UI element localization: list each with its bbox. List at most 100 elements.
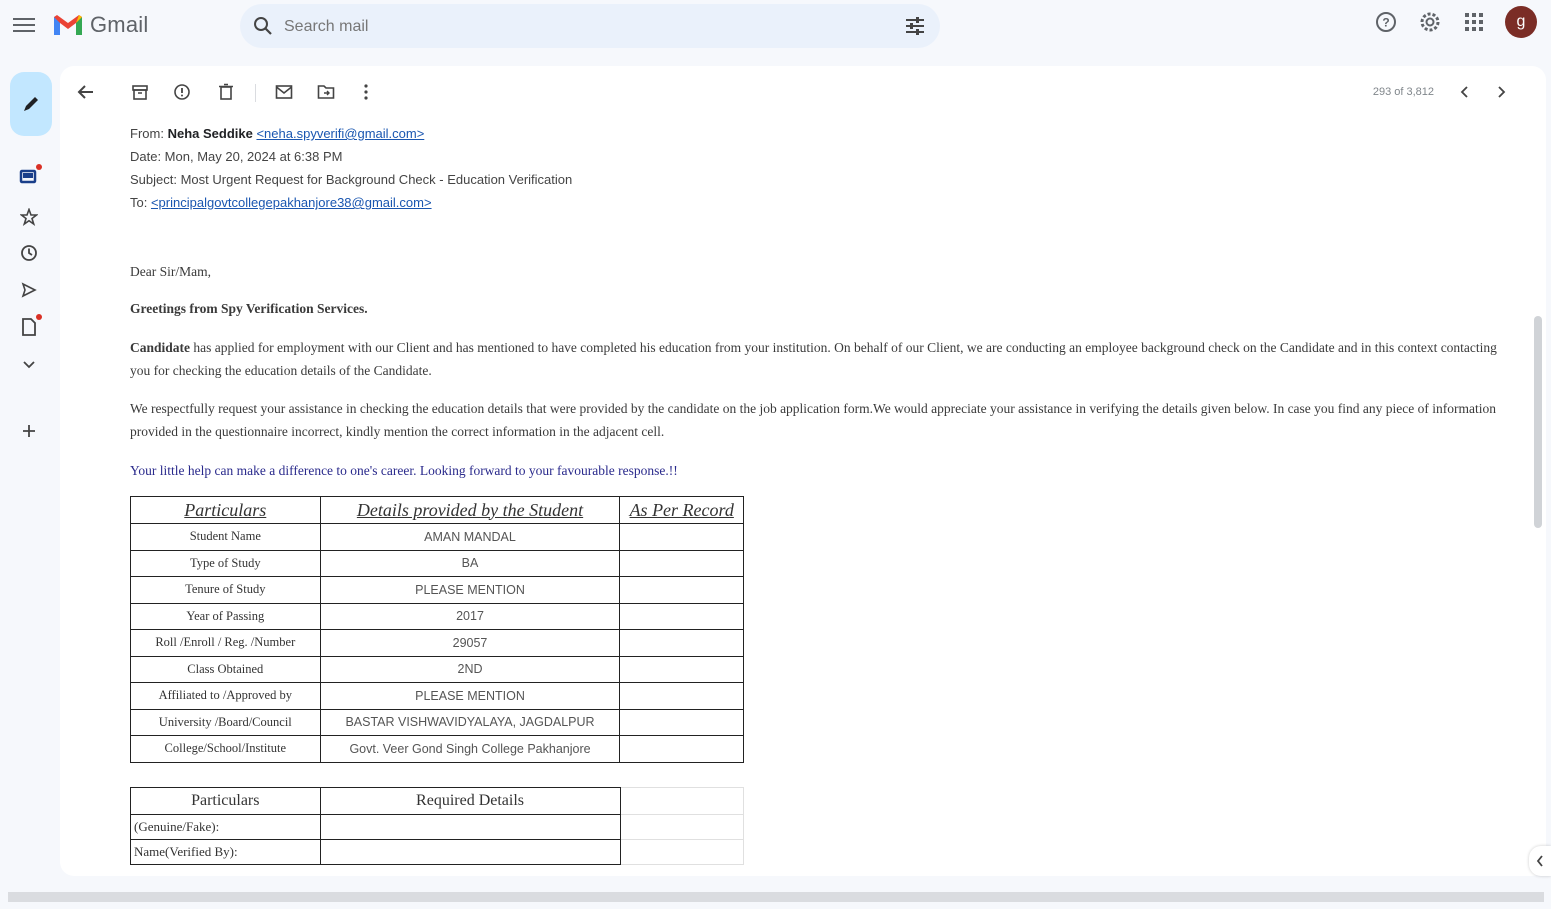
table-row: University /Board/Council BASTAR VISHWAVI… [130,708,744,736]
gmail-wordmark: Gmail [90,12,149,37]
search-bar[interactable] [240,4,940,48]
svg-text:?: ? [1382,16,1389,30]
newer-chevron-left-icon[interactable] [1452,80,1476,104]
main-menu-icon[interactable] [13,14,35,36]
back-arrow-icon[interactable] [74,80,98,104]
settings-gear-icon[interactable] [1417,9,1443,35]
side-panel-toggle-chevron-icon[interactable] [1529,846,1551,876]
row-record [619,549,744,577]
report-spam-icon[interactable] [170,80,194,104]
verification-table-header: Particulars Required Details [130,786,745,815]
table-row: College/School/Institute Govt. Veer Gond … [130,735,744,763]
starred-icon[interactable] [16,204,42,230]
move-to-folder-icon[interactable] [314,80,338,104]
row-record [619,602,744,630]
row-label: Year of Passing [130,602,321,630]
more-options-vertical-icon[interactable] [354,80,378,104]
message-pager: 293 of 3,812 [1372,86,1434,98]
row-label: Name(Verified By): [130,838,321,865]
row-record [619,523,744,551]
table-row: Student Name AMAN MANDAL [130,523,744,551]
col-header: As Per Record [619,496,744,524]
table-row: Affiliated to /Approved by PLEASE MENTION [130,682,744,710]
row-label: Roll /Enroll / Reg. /Number [130,629,321,657]
table-row: Class Obtained 2ND [130,655,744,683]
row-value: BA [319,549,621,577]
support-icon[interactable]: ? [1373,9,1399,35]
row-label: (Genuine/Fake): [130,813,321,840]
sender-name: Neha Seddike [167,126,253,141]
details-table: Particulars Details provided by the Stud… [130,496,744,763]
to-label: To: [130,195,148,210]
row-record [619,682,744,710]
older-chevron-right-icon[interactable] [1490,80,1514,104]
unread-dot [36,164,42,170]
paragraph-1: Candidate has applied for employment wit… [130,336,1510,382]
forwarded-to-line: To: <principalgovtcollegepakhanjore38@gm… [130,191,1510,214]
row-label: Affiliated to /Approved by [130,682,321,710]
gmail-logo[interactable]: Gmail [52,10,148,40]
row-record [619,708,744,736]
inbox-icon[interactable] [16,164,42,190]
pencil-icon [24,97,38,111]
row-record [619,629,744,657]
horizontal-scrollbar[interactable] [8,892,1544,902]
gmail-m-icon [54,15,82,35]
compose-button[interactable] [10,72,52,136]
search-input[interactable] [282,14,846,40]
snoozed-clock-icon[interactable] [16,240,42,266]
greeting: Dear Sir/Mam, [130,264,211,279]
row-value: 2ND [319,655,621,683]
table-row: Name(Verified By): [130,838,745,865]
forwarded-subject-line: Subject: Most Urgent Request for Backgro… [130,172,573,187]
drafts-icon[interactable] [16,314,42,340]
paragraph-1-text: has applied for employment with our Clie… [130,340,1497,378]
sender-email-link[interactable]: <neha.spyverifi@gmail.com> [256,126,424,141]
row-label: Student Name [130,523,321,551]
verification-table: Particulars Required Details (Genuine/Fa… [130,786,745,865]
row-label: Type of Study [130,549,321,577]
top-bar: Gmail ? g [0,0,1551,52]
table-row: Tenure of Study PLEASE MENTION [130,576,744,604]
delete-trash-icon[interactable] [214,80,238,104]
mark-unread-icon[interactable] [272,80,296,104]
search-icon[interactable] [252,15,274,37]
recipient-email-link[interactable]: <principalgovtcollegepakhanjore38@gmail.… [151,195,432,210]
table-row: Roll /Enroll / Reg. /Number 29057 [130,629,744,657]
vertical-scrollbar[interactable] [1534,316,1542,528]
row-value: PLEASE MENTION [319,576,621,604]
drafts-dot [36,314,42,320]
row-label: College/School/Institute [130,735,321,763]
row-value [319,838,621,865]
paragraph-3: Your little help can make a difference t… [130,463,678,478]
row-label: Class Obtained [130,655,321,683]
sent-icon[interactable] [16,277,42,303]
paragraph-1-bold: Candidate [130,340,191,355]
account-controls: ? g [1373,6,1537,38]
table-row: Year of Passing 2017 [130,602,744,630]
row-record [619,735,744,763]
row-extra [619,838,745,865]
row-extra [619,813,745,840]
row-value: 2017 [319,602,621,630]
add-label-plus-icon[interactable] [16,418,42,444]
paragraph-2: We respectfully request your assistance … [130,401,1496,439]
email-body: From: Neha Seddike <neha.spyverifi@gmail… [130,122,1510,865]
more-chevron-down-icon[interactable] [16,352,42,378]
toolbar-divider [255,84,256,102]
row-label: University /Board/Council [130,708,321,736]
row-record [619,576,744,604]
search-options-icon[interactable] [904,16,926,36]
greetings-line: Greetings from Spy Verification Services… [130,301,368,316]
col-header: Details provided by the Student [319,496,621,524]
archive-icon[interactable] [128,80,152,104]
row-record [619,655,744,683]
from-label: From: [130,126,164,141]
details-table-header: Particulars Details provided by the Stud… [130,496,744,524]
forwarded-date-line: Date: Mon, May 20, 2024 at 6:38 PM [130,149,343,164]
apps-grid-icon[interactable] [1461,9,1487,35]
row-value: BASTAR VISHWAVIDYALAYA, JAGDALPUR [319,708,621,736]
message-toolbar: 293 of 3,812 [60,66,1546,118]
forwarded-from-line: From: Neha Seddike <neha.spyverifi@gmail… [130,122,1510,145]
account-avatar[interactable]: g [1505,6,1537,38]
